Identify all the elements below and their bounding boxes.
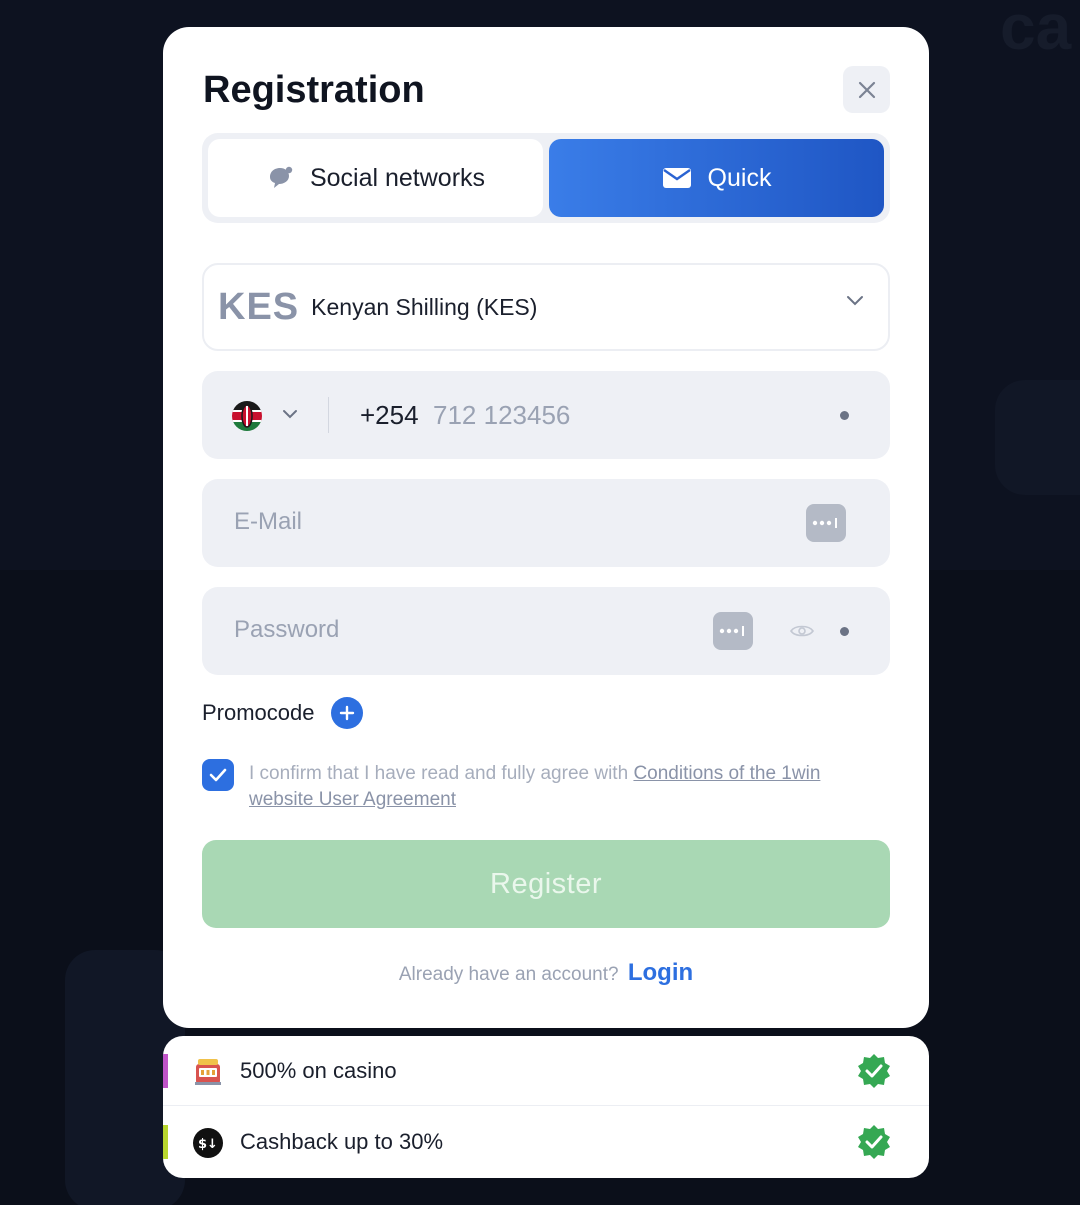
background-card (995, 380, 1080, 495)
registration-tabs: Social networks Quick (202, 133, 890, 223)
password-manager-icon[interactable] (806, 504, 846, 542)
agreement-statement: I confirm that I have read and fully agr… (249, 763, 629, 784)
currency-code: KES (218, 285, 300, 328)
bonus-item: 500% on casino (163, 1036, 929, 1106)
agreement-checkbox[interactable] (202, 759, 234, 791)
register-button[interactable]: Register (202, 840, 890, 928)
email-field[interactable]: E-Mail (202, 479, 890, 567)
modal-title: Registration (203, 69, 425, 111)
bonus-item: $↓ Cashback up to 30% (163, 1107, 929, 1177)
login-prompt-text: Already have an account? (398, 964, 619, 985)
password-manager-icon[interactable] (713, 612, 753, 650)
promocode-label: Promocode (202, 700, 315, 725)
tab-quick-label: Quick (707, 163, 772, 192)
status-dot (840, 627, 849, 636)
phone-input[interactable]: 712 123456 (433, 400, 570, 431)
cashback-icon: $↓ (192, 1127, 224, 1159)
accent-bar (163, 1125, 168, 1159)
tab-quick[interactable]: Quick (549, 139, 884, 217)
svg-text:$↓: $↓ (198, 1137, 218, 1152)
verified-check-icon (858, 1054, 890, 1088)
login-prompt: Already have an account? Login (163, 959, 929, 987)
tab-social-label: Social networks (309, 163, 486, 192)
close-button[interactable] (843, 66, 890, 113)
password-field[interactable]: Password (202, 587, 890, 675)
tab-social-networks[interactable]: Social networks (208, 139, 543, 217)
chevron-down-icon[interactable] (282, 409, 298, 420)
login-link[interactable]: Login (628, 959, 693, 986)
currency-select[interactable]: KES Kenyan Shilling (KES) (202, 263, 890, 351)
phone-field[interactable]: +254 712 123456 (202, 371, 890, 459)
kenya-flag-icon[interactable] (232, 401, 262, 431)
background-text: ca (1000, 0, 1072, 63)
registration-modal: Registration Social networks Quick KES K… (163, 27, 929, 1028)
bonus-label: 500% on casino (240, 1058, 397, 1083)
bonus-label: Cashback up to 30% (240, 1129, 444, 1154)
checkmark-icon (209, 768, 227, 782)
password-input[interactable]: Password (234, 616, 339, 644)
chat-bubble-icon (269, 166, 293, 188)
chevron-down-icon (847, 296, 863, 306)
bonus-panel: 500% on casino $↓ Cashback up to 30% (163, 1036, 929, 1178)
phone-country-code: +254 (360, 400, 419, 430)
close-icon (858, 81, 875, 98)
eye-icon[interactable] (790, 623, 814, 639)
currency-name: Kenyan Shilling (KES) (311, 293, 538, 320)
email-input[interactable]: E-Mail (234, 508, 302, 536)
verified-check-icon (858, 1125, 890, 1159)
accent-bar (163, 1054, 168, 1088)
slot-machine-icon (192, 1056, 224, 1088)
promocode-toggle[interactable]: Promocode (202, 697, 363, 729)
status-dot (840, 411, 849, 420)
agreement-text: I confirm that I have read and fully agr… (249, 761, 869, 813)
envelope-icon (662, 168, 691, 188)
plus-icon[interactable] (330, 697, 363, 729)
divider (328, 397, 329, 433)
